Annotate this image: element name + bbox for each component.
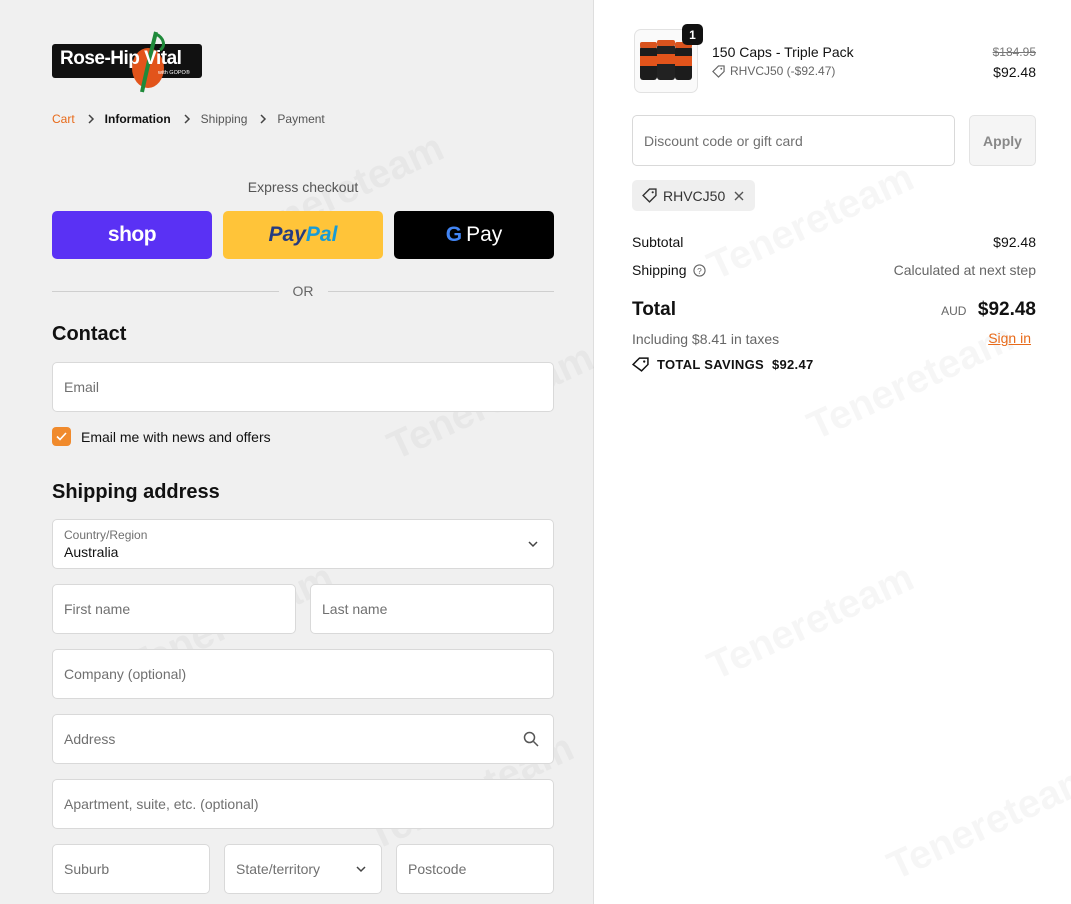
- check-icon: [56, 432, 67, 441]
- paypal-logo-part2: Pal: [305, 223, 338, 246]
- total-label: Total: [632, 299, 676, 320]
- shipping-value: Calculated at next step: [893, 262, 1036, 278]
- subtotal-value: $92.48: [993, 234, 1036, 250]
- help-icon[interactable]: ?: [692, 263, 706, 277]
- total-value: $92.48: [977, 299, 1036, 320]
- email-placeholder: Email: [64, 379, 100, 395]
- savings-value: $92.47: [771, 357, 814, 372]
- apply-discount-button[interactable]: Apply: [969, 115, 1036, 166]
- checkout-form-panel: [0, 0, 594, 904]
- shop-pay-logo: shop: [107, 223, 157, 246]
- brand-logo[interactable]: Rose-Hip Vital with GOPO®: [52, 30, 204, 93]
- item-discount-text: RHVCJ50 (-$92.47): [730, 64, 836, 78]
- shipping-row: Shipping ? Calculated at next step: [632, 262, 1036, 278]
- newsletter-option[interactable]: Email me with news and offers: [52, 427, 271, 446]
- last-name-field[interactable]: Last name: [310, 584, 554, 634]
- tag-icon: [642, 188, 657, 203]
- country-label: Country/Region: [64, 528, 148, 542]
- country-select[interactable]: Country/Region Australia: [52, 519, 554, 569]
- newsletter-label: Email me with news and offers: [81, 428, 271, 445]
- divider-line: [327, 290, 554, 292]
- paypal-button[interactable]: Pay Pal: [223, 211, 383, 259]
- paypal-logo-part1: Pay: [268, 223, 306, 246]
- original-price: $184.95: [992, 45, 1036, 59]
- state-select[interactable]: State/territory: [224, 844, 382, 894]
- breadcrumb-payment: Payment: [277, 112, 325, 126]
- shipping-label: Shipping: [632, 262, 687, 278]
- divider-line: [52, 290, 279, 292]
- company-field[interactable]: Company (optional): [52, 649, 554, 699]
- google-pay-label: Pay: [466, 223, 503, 246]
- applied-discount-chip: RHVCJ50: [632, 180, 756, 211]
- state-placeholder: State/territory: [236, 861, 321, 877]
- tax-line: Including $8.41 in taxes: [632, 331, 780, 347]
- chevron-down-icon: [355, 865, 367, 873]
- address-field[interactable]: Address: [52, 714, 554, 764]
- breadcrumb-shipping: Shipping: [200, 112, 248, 126]
- shop-pay-button[interactable]: shop: [52, 211, 212, 259]
- item-discount-line: RHVCJ50 (-$92.47): [712, 64, 835, 78]
- total-amount-group: AUD $92.48: [941, 299, 1036, 321]
- shipping-address-title: Shipping address: [52, 481, 220, 503]
- company-placeholder: Company (optional): [64, 666, 187, 682]
- first-name-placeholder: First name: [64, 601, 131, 617]
- chevron-right-icon: [183, 114, 191, 124]
- savings-label: TOTAL SAVINGS: [657, 357, 764, 372]
- currency-code: AUD: [941, 304, 967, 318]
- shipping-label-group: Shipping ?: [632, 262, 706, 278]
- svg-text:?: ?: [697, 265, 702, 275]
- item-price: $92.48: [993, 64, 1036, 80]
- chevron-right-icon: [87, 114, 95, 124]
- last-name-placeholder: Last name: [322, 601, 388, 617]
- applied-code-text: RHVCJ50: [663, 187, 726, 204]
- total-savings: TOTAL SAVINGS $92.47: [632, 357, 814, 372]
- first-name-field[interactable]: First name: [52, 584, 296, 634]
- postcode-field[interactable]: Postcode: [396, 844, 554, 894]
- google-g-icon: G: [445, 223, 463, 246]
- close-icon[interactable]: [733, 190, 745, 202]
- search-icon[interactable]: [523, 731, 539, 747]
- product-name: 150 Caps - Triple Pack: [712, 44, 854, 60]
- address-placeholder: Address: [64, 731, 116, 747]
- subtotal-row: Subtotal $92.48: [632, 234, 1036, 250]
- apartment-placeholder: Apartment, suite, etc. (optional): [64, 796, 259, 812]
- apartment-field[interactable]: Apartment, suite, etc. (optional): [52, 779, 554, 829]
- email-field[interactable]: Email: [52, 362, 554, 412]
- subtotal-label: Subtotal: [632, 234, 684, 250]
- or-divider: OR: [52, 283, 554, 299]
- suburb-placeholder: Suburb: [64, 861, 110, 877]
- breadcrumb-information: Information: [104, 112, 171, 126]
- or-label: OR: [292, 283, 314, 299]
- contact-title: Contact: [52, 323, 127, 345]
- express-checkout-label: Express checkout: [247, 179, 359, 195]
- chevron-right-icon: [259, 114, 267, 124]
- discount-code-input[interactable]: Discount code or gift card: [632, 115, 955, 166]
- country-value: Australia: [64, 544, 119, 560]
- suburb-field[interactable]: Suburb: [52, 844, 210, 894]
- discount-placeholder: Discount code or gift card: [644, 132, 803, 149]
- tag-icon: [712, 64, 725, 78]
- logo-text: Rose-Hip Vital: [60, 48, 182, 69]
- sign-in-link[interactable]: Sign in: [988, 330, 1031, 346]
- breadcrumb: Cart Information Shipping Payment: [52, 112, 325, 126]
- tag-icon: [632, 357, 649, 372]
- quantity-badge: 1: [682, 24, 703, 45]
- total-row: Total AUD $92.48: [632, 299, 1036, 321]
- newsletter-checkbox[interactable]: [52, 427, 71, 446]
- breadcrumb-cart[interactable]: Cart: [52, 112, 75, 126]
- logo-subtext: with GOPO®: [158, 70, 190, 76]
- chevron-down-icon: [527, 540, 539, 548]
- google-pay-button[interactable]: G Pay: [394, 211, 554, 259]
- postcode-placeholder: Postcode: [408, 861, 467, 877]
